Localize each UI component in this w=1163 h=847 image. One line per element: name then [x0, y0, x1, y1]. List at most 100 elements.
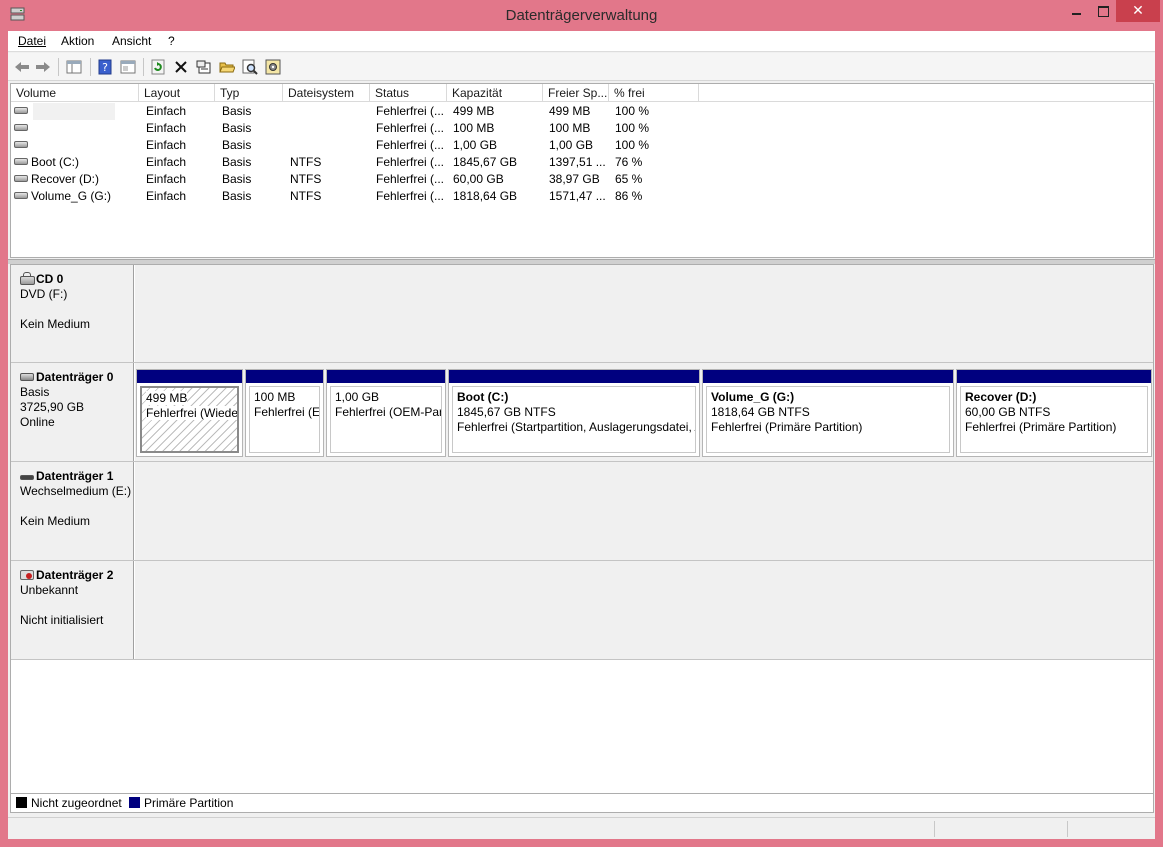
- column-header-dateisystem[interactable]: Dateisystem: [283, 84, 370, 102]
- properties-view-icon[interactable]: [118, 57, 138, 77]
- column-header-prozent-frei[interactable]: % frei: [609, 84, 699, 102]
- status-bar-divider: [1067, 821, 1068, 837]
- legend-swatch-unallocated: [16, 797, 27, 808]
- volume-typ: Basis: [222, 155, 252, 169]
- disk-type: Wechselmedium (E:): [20, 484, 132, 498]
- volume-typ: Basis: [222, 104, 252, 118]
- column-header-kapazitaet[interactable]: Kapazität: [447, 84, 543, 102]
- show-hide-console-tree-icon[interactable]: [64, 57, 84, 77]
- volume-row[interactable]: Boot (C:) Einfach Basis NTFS Fehlerfrei …: [11, 154, 1153, 171]
- partition-type-bar: [703, 370, 953, 383]
- volume-layout: Einfach: [146, 138, 187, 152]
- partition-oem[interactable]: 1,00 GB Fehlerfrei (OEM-Partition): [326, 369, 446, 457]
- partition-recover-d[interactable]: Recover (D:) 60,00 GB NTFS Fehlerfrei (P…: [956, 369, 1152, 457]
- uninitialized-disk-icon: [20, 570, 34, 580]
- partition-status: Fehlerfrei (OEM-Partition): [335, 405, 441, 419]
- volume-layout: Einfach: [146, 155, 187, 169]
- partition-type-bar: [137, 370, 242, 383]
- menu-ansicht[interactable]: Ansicht: [112, 34, 151, 48]
- volume-fs: NTFS: [290, 155, 322, 169]
- disk-body-disk2: [135, 561, 1153, 659]
- column-header-typ[interactable]: Typ: [215, 84, 283, 102]
- disk-body-disk1: [135, 462, 1153, 560]
- column-header-status[interactable]: Status: [370, 84, 447, 102]
- partition-recovery[interactable]: 499 MB Fehlerfrei (Wiederherstellungspar…: [136, 369, 243, 457]
- toolbar: ?: [8, 53, 1155, 81]
- toolbar-separator: [143, 58, 144, 76]
- volume-status: Fehlerfrei (...: [376, 121, 445, 135]
- column-header-volume[interactable]: Volume: [11, 84, 139, 102]
- disk-body-disk0: 499 MB Fehlerfrei (Wiederherstellungspar…: [135, 363, 1153, 461]
- forward-arrow-icon[interactable]: [33, 57, 53, 77]
- disk-label-disk0[interactable]: Datenträger 0 Basis 3725,90 GB Online: [11, 363, 134, 461]
- volume-pct: 100 %: [615, 104, 650, 118]
- menu-help[interactable]: ?: [168, 34, 175, 48]
- disk-label-disk2[interactable]: Datenträger 2 Unbekannt Nicht initialisi…: [11, 561, 134, 659]
- back-arrow-icon[interactable]: [12, 57, 32, 77]
- volume-name: Boot (C:): [31, 155, 80, 169]
- disk-graphical-view: CD 0 DVD (F:) Kein Medium Datenträger 0 …: [10, 264, 1154, 794]
- removable-disk-icon: [20, 475, 34, 480]
- volume-kapazitaet: 1818,64 GB: [453, 189, 518, 203]
- volume-layout: Einfach: [146, 104, 187, 118]
- volume-frei: 38,97 GB: [549, 172, 600, 186]
- disk-type: Unbekannt: [20, 583, 79, 597]
- partition-status: Fehlerfrei (Primäre Partition): [711, 420, 863, 434]
- volume-row[interactable]: Recover (D:) Einfach Basis NTFS Fehlerfr…: [11, 171, 1153, 188]
- properties-icon[interactable]: [194, 57, 214, 77]
- volume-row[interactable]: Einfach Basis Fehlerfrei (... 1,00 GB 1,…: [11, 137, 1153, 154]
- search-icon[interactable]: [240, 57, 260, 77]
- volume-status: Fehlerfrei (...: [376, 172, 445, 186]
- settings-icon[interactable]: [263, 57, 283, 77]
- volume-status: Fehlerfrei (...: [376, 189, 445, 203]
- column-header-freier-speicher[interactable]: Freier Sp...: [543, 84, 609, 102]
- volume-pct: 65 %: [615, 172, 643, 186]
- partition-volume-g[interactable]: Volume_G (G:) 1818,64 GB NTFS Fehlerfrei…: [702, 369, 954, 457]
- disk-status: Kein Medium: [20, 514, 91, 528]
- svg-text:?: ?: [102, 61, 108, 74]
- volume-row[interactable]: Einfach Basis Fehlerfrei (... 499 MB 499…: [11, 103, 1153, 120]
- close-button[interactable]: ✕: [1116, 0, 1160, 22]
- partition-name: Boot (C:): [457, 390, 509, 404]
- disk-name: CD 0: [36, 272, 64, 286]
- disk-label-disk1[interactable]: Datenträger 1 Wechselmedium (E:) Kein Me…: [11, 462, 134, 560]
- partition-size: 1,00 GB: [335, 390, 380, 404]
- partition-boot-c[interactable]: Boot (C:) 1845,67 GB NTFS Fehlerfrei (St…: [448, 369, 700, 457]
- legend: Nicht zugeordnet Primäre Partition: [10, 794, 1154, 813]
- volume-row[interactable]: Volume_G (G:) Einfach Basis NTFS Fehlerf…: [11, 188, 1153, 205]
- partition-size: 499 MB: [146, 391, 188, 405]
- menu-datei[interactable]: Datei: [18, 34, 46, 48]
- legend-label: Primäre Partition: [144, 796, 234, 810]
- volume-kapazitaet: 499 MB: [453, 104, 495, 118]
- volume-kapazitaet: 1845,67 GB: [453, 155, 518, 169]
- volume-typ: Basis: [222, 138, 252, 152]
- volume-row[interactable]: Einfach Basis Fehlerfrei (... 100 MB 100…: [11, 120, 1153, 137]
- volume-typ: Basis: [222, 172, 252, 186]
- disk-type: Basis: [20, 385, 50, 399]
- volume-icon: [14, 158, 28, 165]
- window-title: Datenträgerverwaltung: [505, 7, 658, 24]
- disk-row-disk0: Datenträger 0 Basis 3725,90 GB Online 49…: [11, 363, 1153, 462]
- volume-status: Fehlerfrei (...: [376, 155, 445, 169]
- partition-status: Fehlerfrei (Wiederherstellungspartition): [146, 406, 237, 420]
- disk-size: 3725,90 GB: [20, 400, 85, 414]
- volume-status: Fehlerfrei (...: [376, 138, 445, 152]
- title-bar: Datenträgerverwaltung ✕: [0, 0, 1163, 31]
- delete-icon[interactable]: [171, 57, 191, 77]
- volume-pct: 86 %: [615, 189, 643, 203]
- disk-label-cd0[interactable]: CD 0 DVD (F:) Kein Medium: [11, 265, 134, 362]
- disk-type: DVD (F:): [20, 287, 68, 301]
- open-folder-icon[interactable]: [217, 57, 237, 77]
- legend-item-primary: Primäre Partition: [129, 796, 233, 810]
- help-icon[interactable]: ?: [95, 57, 115, 77]
- partition-efi[interactable]: 100 MB Fehlerfrei (EFI-Systempartition): [245, 369, 324, 457]
- menu-aktion[interactable]: Aktion: [61, 34, 94, 48]
- close-icon: ✕: [1132, 2, 1144, 18]
- partition-status: Fehlerfrei (Startpartition, Auslagerungs…: [457, 420, 695, 434]
- maximize-button[interactable]: [1088, 0, 1118, 22]
- disk-body-cd0: [135, 265, 1153, 362]
- row-focus-highlight: [33, 103, 115, 120]
- refresh-icon[interactable]: [148, 57, 168, 77]
- column-header-layout[interactable]: Layout: [139, 84, 215, 102]
- toolbar-separator: [58, 58, 59, 76]
